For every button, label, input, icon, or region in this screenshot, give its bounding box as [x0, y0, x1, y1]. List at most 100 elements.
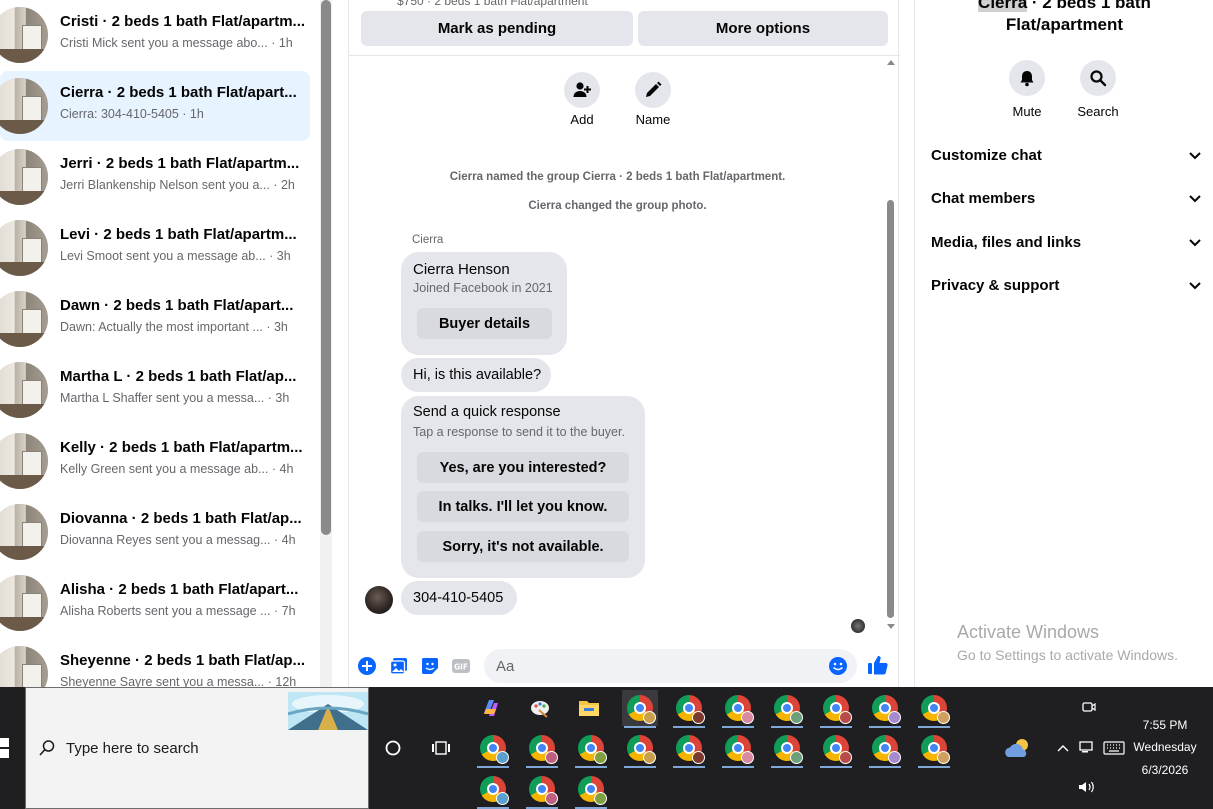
chrome-profile-icon[interactable] — [769, 690, 805, 728]
customize-chat-label: Customize chat — [931, 146, 1042, 164]
chrome-profile-icon[interactable] — [818, 730, 854, 768]
chat-scrollbar[interactable] — [883, 58, 897, 633]
buyer-details-button[interactable]: Buyer details — [417, 308, 552, 339]
conversation-item[interactable]: Alisha · 2 beds 1 bath Flat/apart... Alis… — [0, 568, 310, 638]
scrollbar-thumb[interactable] — [321, 0, 331, 535]
listing-thumbnail — [0, 575, 48, 631]
chat-scrollbar-thumb[interactable] — [887, 200, 894, 618]
weather-icon[interactable] — [1000, 730, 1036, 766]
name-group-action[interactable]: Name — [623, 72, 683, 127]
conversation-item[interactable]: Cierra · 2 beds 1 bath Flat/apart... Cier… — [0, 71, 310, 141]
chrome-profile-icon[interactable] — [867, 730, 903, 768]
chrome-profile-icon[interactable] — [916, 690, 952, 728]
chat-members-section[interactable]: Chat members — [931, 186, 1201, 210]
thumbs-up-icon[interactable] — [867, 654, 889, 676]
task-view-icon[interactable] — [423, 730, 459, 766]
conversation-item[interactable]: Diovanna · 2 beds 1 bath Flat/ap... Diova… — [0, 497, 310, 567]
gallery-icon[interactable] — [389, 656, 409, 676]
clock-day[interactable]: Wednesday — [1120, 740, 1210, 754]
conversation-item[interactable]: Sheyenne · 2 beds 1 bath Flat/ap... Sheye… — [0, 639, 310, 687]
plus-circle-icon[interactable] — [357, 656, 377, 676]
chrome-profile-icon[interactable] — [573, 730, 609, 768]
customize-chat-section[interactable]: Customize chat — [931, 143, 1201, 167]
activate-windows-watermark: Activate Windows Go to Settings to activ… — [957, 622, 1178, 663]
conversation-item[interactable]: Martha L · 2 beds 1 bath Flat/ap... Marth… — [0, 355, 310, 425]
conversation-title: Kelly · 2 beds 1 bath Flat/apartm... — [60, 439, 303, 456]
gif-icon[interactable]: GIF — [451, 656, 471, 676]
mute-action[interactable]: Mute — [997, 60, 1057, 119]
message-text: Hi, is this available? — [413, 367, 542, 383]
system-message-renamed: Cierra named the group Cierra · 2 beds 1… — [449, 171, 786, 183]
chrome-profile-icon[interactable] — [671, 690, 707, 728]
volume-icon[interactable] — [1069, 769, 1105, 805]
mark-as-pending-button[interactable]: Mark as pending — [361, 11, 633, 46]
profile-card-bubble: Cierra Henson Joined Facebook in 2021 Bu… — [401, 252, 567, 355]
chrome-profile-icon[interactable] — [720, 730, 756, 768]
pencil-icon — [635, 72, 671, 108]
message-bubble: Hi, is this available? — [401, 358, 551, 392]
chrome-profile-icon[interactable] — [524, 730, 560, 768]
conversation-item[interactable]: Kelly · 2 beds 1 bath Flat/apartm... Kell… — [0, 426, 310, 496]
mute-label: Mute — [1012, 104, 1042, 119]
search-highlight-image — [287, 692, 369, 730]
chrome-profile-icon[interactable] — [475, 730, 511, 768]
chevron-down-icon — [1189, 234, 1201, 251]
paint-icon[interactable] — [522, 690, 558, 726]
privacy-support-section[interactable]: Privacy & support — [931, 273, 1201, 297]
copilot-icon[interactable] — [473, 690, 509, 726]
chat-info-title: Cierra · 2 beds 1 bath Flat/apartment — [915, 0, 1213, 36]
message-input[interactable] — [484, 649, 857, 683]
windows-start-icon[interactable] — [0, 737, 14, 759]
emoji-icon[interactable] — [828, 656, 848, 676]
quick-response-not-available[interactable]: Sorry, it's not available. — [417, 531, 629, 562]
name-label: Name — [635, 112, 671, 127]
chrome-profile-icon[interactable] — [769, 730, 805, 768]
file-explorer-icon[interactable] — [571, 690, 607, 726]
conversation-snippet: Dawn: Actually the most important ... · … — [60, 320, 288, 334]
conversation-item[interactable]: Cristi · 2 beds 1 bath Flat/apartm... Cri… — [0, 0, 310, 70]
chrome-profile-icon[interactable] — [720, 690, 756, 728]
sender-avatar[interactable] — [365, 586, 393, 614]
listing-thumbnail — [0, 646, 48, 687]
conversation-item[interactable]: Jerri · 2 beds 1 bath Flat/apartm... Jerr… — [0, 142, 310, 212]
chrome-profile-icon[interactable] — [622, 730, 658, 768]
chrome-profile-icon[interactable] — [818, 690, 854, 728]
cortana-icon[interactable] — [375, 730, 411, 766]
sticker-icon[interactable] — [420, 656, 440, 676]
bell-icon — [1009, 60, 1045, 96]
conversation-list-scrollbar[interactable] — [320, 0, 332, 687]
conversation-item[interactable]: Dawn · 2 beds 1 bath Flat/apart... Dawn: … — [0, 284, 310, 354]
clock-date[interactable]: 6/3/2026 — [1120, 763, 1210, 777]
listing-action-bar: $750 · 2 beds 1 bath Flat/apartment Mark… — [349, 0, 900, 56]
chrome-profile-icon[interactable] — [573, 771, 609, 809]
conversation-snippet: Diovanna Reyes sent you a messag... · 4h — [60, 533, 296, 547]
chrome-profile-icon[interactable] — [916, 730, 952, 768]
seen-avatar — [851, 619, 865, 633]
scroll-down-arrow[interactable] — [887, 624, 895, 629]
listing-thumbnail — [0, 149, 48, 205]
quick-response-yes[interactable]: Yes, are you interested? — [417, 452, 629, 483]
chrome-profile-icon[interactable] — [475, 771, 511, 809]
more-options-button[interactable]: More options — [638, 11, 888, 46]
quick-response-in-talks[interactable]: In talks. I'll let you know. — [417, 491, 629, 522]
chrome-profile-icon[interactable] — [867, 690, 903, 728]
search-action[interactable]: Search — [1068, 60, 1128, 119]
media-files-links-section[interactable]: Media, files and links — [931, 230, 1201, 254]
listing-thumbnail — [0, 78, 48, 134]
chrome-profile-icon[interactable] — [671, 730, 707, 768]
scroll-up-arrow[interactable] — [887, 60, 895, 65]
chevron-down-icon — [1189, 190, 1201, 207]
chrome-profile-icon[interactable] — [524, 771, 560, 809]
add-people-action[interactable]: Add — [552, 72, 612, 127]
chat-members-label: Chat members — [931, 189, 1036, 207]
conversation-item[interactable]: Levi · 2 beds 1 bath Flat/apartm... Levi … — [0, 213, 310, 283]
meet-now-icon[interactable] — [1070, 689, 1106, 725]
conversation-title: Alisha · 2 beds 1 bath Flat/apart... — [60, 581, 299, 598]
taskbar-search-box[interactable]: Type here to search — [25, 687, 369, 809]
clock-time[interactable]: 7:55 PM — [1120, 718, 1210, 732]
chrome-profile-icon[interactable] — [622, 690, 658, 728]
conversation-snippet: Martha L Shaffer sent you a messa... · 3… — [60, 391, 290, 405]
taskbar-search-placeholder: Type here to search — [66, 740, 199, 757]
messenger-app: Cristi · 2 beds 1 bath Flat/apartm... Cri… — [0, 0, 1213, 687]
privacy-support-label: Privacy & support — [931, 276, 1060, 294]
